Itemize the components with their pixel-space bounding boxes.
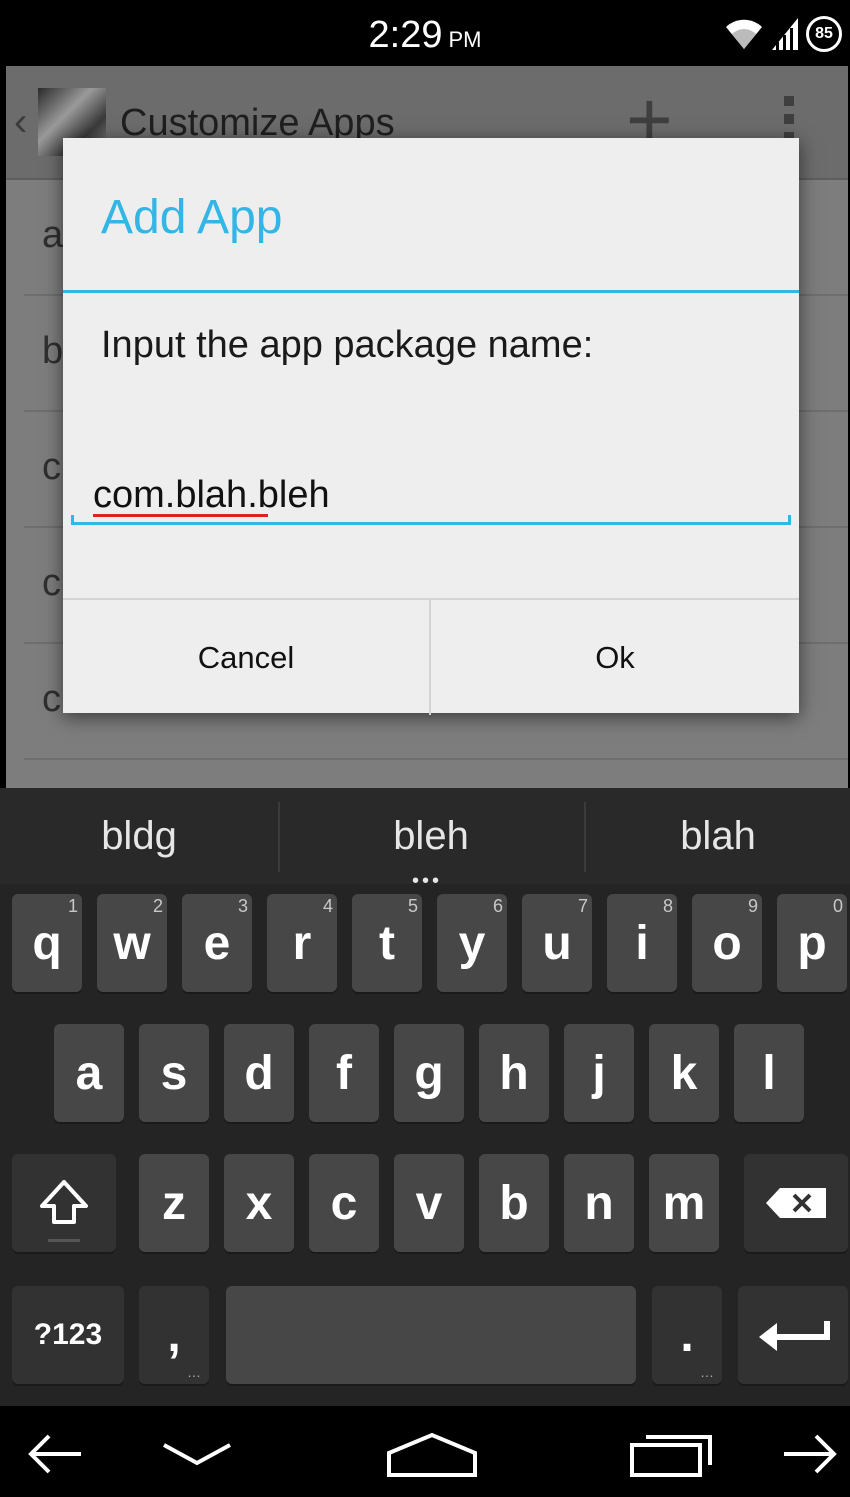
shift-icon: [40, 1180, 88, 1224]
key-label: o: [712, 916, 742, 970]
forward-arrow-icon[interactable]: [775, 1424, 845, 1484]
key-label: i: [635, 916, 649, 970]
suggestion-strip: bldg bleh blah •••: [0, 788, 850, 892]
battery-icon: 85: [806, 16, 842, 52]
key-hint: 5: [407, 896, 418, 916]
symbols-key[interactable]: ?123: [12, 1286, 124, 1384]
key-d[interactable]: d: [224, 1024, 294, 1122]
recents-icon[interactable]: [626, 1424, 718, 1484]
key-v[interactable]: v: [394, 1154, 464, 1252]
key-label: u: [542, 916, 572, 970]
cancel-button[interactable]: Cancel: [63, 600, 431, 715]
list-item-label: c: [42, 446, 61, 488]
dialog-title: Add App: [101, 191, 283, 244]
key-r[interactable]: r4: [267, 894, 337, 992]
key-o[interactable]: o9: [692, 894, 762, 992]
suggestion-left[interactable]: bldg: [0, 788, 278, 884]
backspace-icon: [766, 1188, 826, 1218]
shift-indicator: [48, 1239, 80, 1242]
key-p[interactable]: p0: [777, 894, 847, 992]
key-a[interactable]: a: [54, 1024, 124, 1122]
dialog-button-bar: Cancel Ok: [63, 598, 799, 715]
up-chevron-icon: ‹: [14, 100, 28, 144]
list-item-label: c: [42, 678, 61, 720]
status-icons: 85: [724, 12, 842, 56]
key-hint: 1: [67, 896, 78, 916]
key-w[interactable]: w2: [97, 894, 167, 992]
period-key[interactable]: .…: [652, 1286, 722, 1384]
status-bar: 2:29 PM 85: [0, 0, 850, 66]
comma-key[interactable]: ,…: [139, 1286, 209, 1384]
spellcheck-underline: [93, 514, 268, 517]
space-key[interactable]: [226, 1286, 636, 1384]
signal-icon: [772, 18, 798, 50]
key-h[interactable]: h: [479, 1024, 549, 1122]
key-label: q: [32, 916, 62, 970]
key-l[interactable]: l: [734, 1024, 804, 1122]
key-y[interactable]: y6: [437, 894, 507, 992]
key-i[interactable]: i8: [607, 894, 677, 992]
key-z[interactable]: z: [139, 1154, 209, 1252]
key-label: p: [797, 916, 827, 970]
status-time-value: 2:29: [368, 14, 443, 56]
key-hint: 0: [832, 896, 843, 916]
key-m[interactable]: m: [649, 1154, 719, 1252]
home-icon[interactable]: [385, 1424, 479, 1484]
list-item-label: c: [42, 562, 61, 604]
list-item-label: b: [42, 330, 64, 372]
key-hint: 2: [152, 896, 163, 916]
key-j[interactable]: j: [564, 1024, 634, 1122]
ok-button[interactable]: Ok: [431, 600, 799, 715]
key-hint: 7: [577, 896, 588, 916]
key-x[interactable]: x: [224, 1154, 294, 1252]
status-time-ampm: PM: [448, 27, 482, 52]
key-f[interactable]: f: [309, 1024, 379, 1122]
key-label: r: [292, 916, 312, 970]
battery-level: 85: [815, 25, 833, 42]
enter-icon: [759, 1321, 830, 1351]
key-c[interactable]: c: [309, 1154, 379, 1252]
key-hint: 8: [662, 896, 673, 916]
navigation-bar: [0, 1406, 850, 1497]
status-time: 2:29 PM: [0, 14, 850, 57]
key-hint: 4: [322, 896, 333, 916]
input-underline: [71, 515, 791, 525]
key-hint: …: [187, 1364, 201, 1380]
shift-key[interactable]: [12, 1154, 116, 1252]
key-hint: 9: [747, 896, 758, 916]
key-label: w: [113, 916, 151, 970]
dialog-message: Input the app package name:: [101, 324, 594, 366]
soft-keyboard: bldg bleh blah ••• q1 w2 e3 r4 t5 y6 u7 …: [0, 788, 850, 1406]
key-label: t: [379, 916, 395, 970]
key-label: y: [458, 916, 486, 970]
key-b[interactable]: b: [479, 1154, 549, 1252]
delete-key[interactable]: [744, 1154, 848, 1252]
key-label: .: [680, 1308, 694, 1362]
back-arrow-icon[interactable]: [20, 1424, 90, 1484]
key-n[interactable]: n: [564, 1154, 634, 1252]
key-k[interactable]: k: [649, 1024, 719, 1122]
key-g[interactable]: g: [394, 1024, 464, 1122]
key-hint: …: [700, 1364, 714, 1380]
key-t[interactable]: t5: [352, 894, 422, 992]
key-s[interactable]: s: [139, 1024, 209, 1122]
key-hint: 6: [492, 896, 503, 916]
enter-key[interactable]: [738, 1286, 848, 1384]
suggestion-right[interactable]: blah: [586, 788, 850, 884]
key-label: ,: [167, 1308, 181, 1362]
key-label: e: [203, 916, 231, 970]
phone-screen: 2:29 PM 85 ‹ Customize Apps + a b c c c …: [0, 0, 850, 1497]
key-hint: 3: [237, 896, 248, 916]
list-item-label: a: [42, 214, 64, 256]
dialog-title-divider: [63, 290, 799, 293]
hide-keyboard-icon[interactable]: [160, 1424, 234, 1484]
key-u[interactable]: u7: [522, 894, 592, 992]
add-app-dialog: Add App Input the app package name: Canc…: [63, 138, 799, 715]
key-q[interactable]: q1: [12, 894, 82, 992]
more-suggestions-icon[interactable]: •••: [412, 870, 442, 893]
key-e[interactable]: e3: [182, 894, 252, 992]
wifi-icon: [726, 19, 762, 49]
